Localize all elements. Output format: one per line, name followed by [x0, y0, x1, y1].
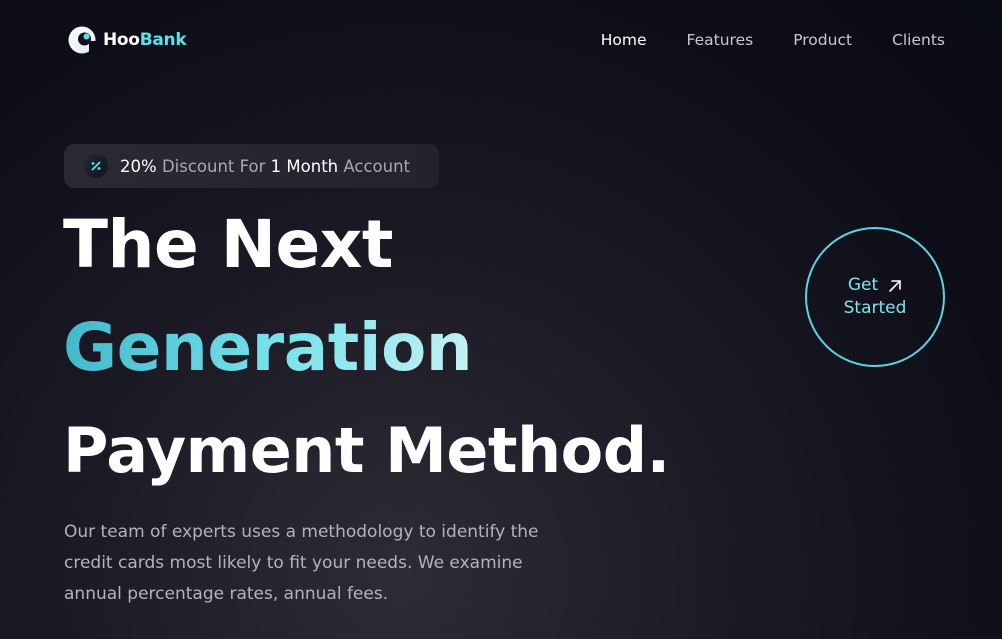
nav-item-features[interactable]: Features — [687, 30, 754, 50]
nav-links: Home Features Product Clients — [601, 30, 945, 50]
hero-title-line-1: The Next — [63, 206, 393, 283]
get-started-label-1: Get — [847, 275, 879, 295]
get-started-row: Get — [848, 274, 902, 297]
get-started-label-2: Started — [843, 298, 907, 318]
hero-title-line-3: Payment Method. — [63, 414, 670, 487]
navbar: HooBank Home Features Product Clients — [0, 0, 1002, 80]
hero-title-line-2: Generation — [63, 309, 473, 386]
discount-duration: 1 Month — [270, 156, 339, 176]
discount-badge: 20% Discount For 1 Month Account — [64, 144, 439, 188]
brand-name: HooBank — [103, 30, 187, 50]
get-started-button[interactable]: Get Started — [805, 227, 945, 367]
discount-percent: 20% — [120, 156, 157, 176]
nav-item-product[interactable]: Product — [793, 30, 852, 50]
arrow-up-right-icon — [889, 279, 901, 292]
nav-item-home[interactable]: Home — [601, 30, 647, 50]
hoobank-logo-icon — [68, 26, 97, 54]
discount-text: 20% Discount For 1 Month Account — [120, 156, 410, 176]
hero-description: Our team of experts uses a methodology t… — [64, 522, 539, 604]
percent-icon — [84, 154, 108, 178]
nav-item-clients[interactable]: Clients — [892, 30, 945, 50]
logo[interactable]: HooBank — [67, 24, 187, 56]
